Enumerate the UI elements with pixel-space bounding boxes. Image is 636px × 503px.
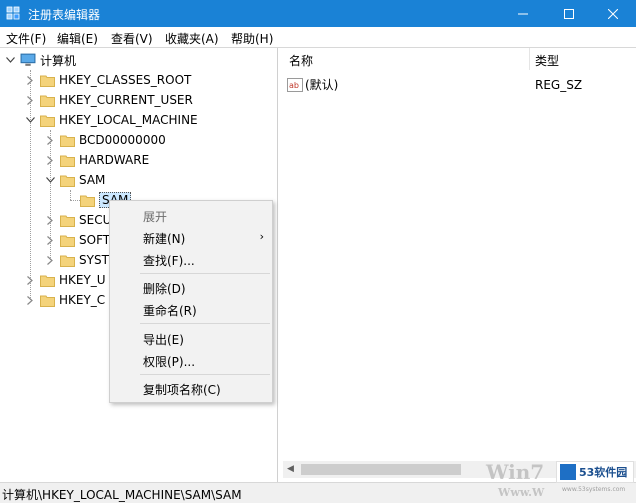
expand-arrow-icon[interactable] [44,130,56,150]
tree-node-label: HKEY_LOCAL_MACHINE [59,113,198,127]
tree-node-sam[interactable]: SAM [44,170,105,190]
tree-node-hklm[interactable]: HKEY_LOCAL_MACHINE [24,110,198,130]
tree-node-label: HKEY_C [59,293,106,307]
tree-node-label: HARDWARE [79,153,150,167]
expand-arrow-icon[interactable] [44,230,56,250]
menu-view[interactable]: 查看(V) [111,30,153,47]
tree-node-label: HKEY_CLASSES_ROOT [59,73,192,87]
tree-node-label: HKEY_U [59,273,106,287]
folder-icon [40,295,55,307]
collapse-arrow-icon[interactable] [4,50,16,70]
context-item-delete[interactable]: 删除(D) [143,280,186,297]
tree-node-hkcc[interactable]: HKEY_C [24,290,105,310]
collapse-arrow-icon[interactable] [24,110,36,130]
context-item-export[interactable]: 导出(E) [143,331,184,348]
folder-icon [40,95,55,107]
value-name: (默认) [305,78,339,92]
folder-icon [60,235,75,247]
string-value-icon-text: ab [289,81,299,90]
value-row[interactable]: ab (默认) [287,76,338,93]
column-separator[interactable] [529,48,530,70]
computer-icon [20,53,36,66]
status-path: 计算机\HKEY_LOCAL_MACHINE\SAM\SAM [2,488,242,502]
menu-file[interactable]: 文件(F) [6,30,46,47]
tree-node-label: SAM [79,173,106,187]
expand-arrow-icon[interactable] [44,250,56,270]
context-item-new[interactable]: 新建(N) [143,230,185,247]
maximize-button[interactable] [546,0,592,27]
menu-separator [140,374,270,375]
tree-node-hkcr[interactable]: HKEY_CLASSES_ROOT [24,70,191,90]
tree-node-software[interactable]: SOFT [44,230,110,250]
folder-icon [80,195,95,207]
folder-icon [60,215,75,227]
tree-node-hardware[interactable]: HARDWARE [44,150,149,170]
values-list[interactable]: 名称 类型 ab (默认) REG_SZ [283,48,636,482]
title-bar[interactable]: 注册表编辑器 [0,0,636,27]
submenu-arrow-icon: › [259,230,264,243]
column-header-type[interactable]: 类型 [535,52,559,69]
menu-favorites[interactable]: 收藏夹(A) [165,30,219,47]
horizontal-scrollbar[interactable]: ◀ [283,461,636,478]
tree-node-label: SECU [79,213,112,227]
expand-arrow-icon[interactable] [44,210,56,230]
tree-node-security[interactable]: SECU [44,210,111,230]
tree-guide-line [70,190,71,200]
registry-editor-icon [6,6,20,20]
minimize-button[interactable] [500,0,546,27]
context-menu: 展开 新建(N) › 查找(F)... 删除(D) 重命名(R) 导出(E) 权… [109,200,273,403]
collapse-arrow-icon[interactable] [44,170,56,190]
tree-node-bcd[interactable]: BCD00000000 [44,130,166,150]
menu-help[interactable]: 帮助(H) [231,30,273,47]
tree-node-label: BCD00000000 [79,133,166,147]
menu-separator [140,323,270,324]
status-bar: 计算机\HKEY_LOCAL_MACHINE\SAM\SAM [0,482,636,503]
tree-node-label: HKEY_CURRENT_USER [59,93,193,107]
context-item-find[interactable]: 查找(F)... [143,252,195,269]
menu-separator [140,273,270,274]
tree-node-hku[interactable]: HKEY_U [24,270,106,290]
string-value-icon: ab [287,77,303,92]
expand-arrow-icon[interactable] [24,290,36,310]
folder-icon [40,275,55,287]
folder-icon [60,135,75,147]
tree-node-computer[interactable]: 计算机 [4,50,76,70]
expand-arrow-icon[interactable] [24,90,36,110]
folder-open-icon [40,115,55,127]
expand-arrow-icon[interactable] [44,150,56,170]
folder-icon [40,75,55,87]
tree-node-label: SOFT [79,233,111,247]
menu-bar: 文件(F) 编辑(E) 查看(V) 收藏夹(A) 帮助(H) [0,27,636,48]
tree-node-system[interactable]: SYST [44,250,109,270]
close-button[interactable] [590,0,636,27]
expand-arrow-icon[interactable] [24,270,36,290]
context-item-rename[interactable]: 重命名(R) [143,302,197,319]
column-header-name[interactable]: 名称 [289,52,313,69]
context-item-expand[interactable]: 展开 [143,208,167,225]
minimize-icon [518,13,528,14]
menu-edit[interactable]: 编辑(E) [57,30,98,47]
scroll-left-icon[interactable]: ◀ [287,464,294,474]
maximize-icon [564,8,574,19]
folder-icon [60,255,75,267]
tree-node-hkcu[interactable]: HKEY_CURRENT_USER [24,90,193,110]
tree-node-label: 计算机 [40,53,77,68]
expand-arrow-icon[interactable] [24,70,36,90]
close-icon [608,8,618,19]
scrollbar-thumb[interactable] [301,464,461,475]
value-type: REG_SZ [535,78,583,92]
context-item-copy-key-name[interactable]: 复制项名称(C) [143,381,221,398]
context-item-permissions[interactable]: 权限(P)... [143,353,195,370]
folder-icon [60,155,75,167]
window-title: 注册表编辑器 [28,8,101,22]
tree-node-label: SYST [79,253,109,267]
folder-open-icon [60,175,75,187]
